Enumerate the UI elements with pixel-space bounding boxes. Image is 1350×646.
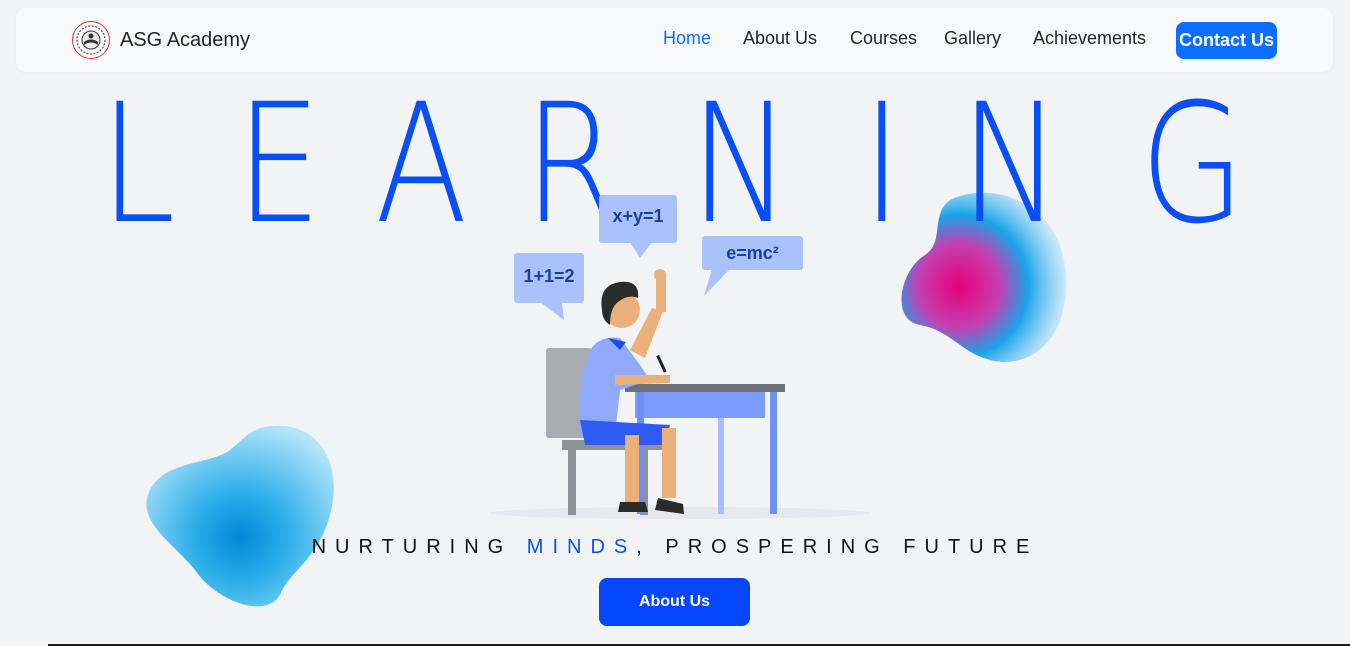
brand[interactable]: ASG Academy — [72, 20, 250, 60]
contact-us-button[interactable]: Contact Us — [1176, 22, 1277, 59]
nav-about-us[interactable]: About Us — [743, 28, 817, 49]
about-us-button[interactable]: About Us — [599, 578, 750, 626]
bubble-text-right: e=mc² — [726, 243, 779, 263]
navbar: ASG Academy Home About Us Courses Galler… — [16, 8, 1333, 72]
student-illustration — [490, 195, 870, 519]
hero-tagline: NURTURING MINDS, PROSPERING FUTURE — [0, 536, 1350, 559]
hero-letter-e: E — [236, 68, 322, 260]
tagline-accent: MINDS — [526, 536, 637, 558]
hero-letter-l: L — [100, 68, 176, 260]
nav-home[interactable]: Home — [663, 28, 711, 49]
hero-letter-n-second: N — [960, 68, 1062, 260]
nav-achievements[interactable]: Achievements — [1033, 28, 1146, 49]
hero-letter-a: A — [375, 68, 468, 260]
bubble-text-left: 1+1=2 — [523, 266, 575, 286]
blue-blob-decoration — [146, 425, 334, 607]
nav-courses[interactable]: Courses — [850, 28, 917, 49]
tagline-part-2: , PROSPERING FUTURE — [636, 536, 1039, 558]
brand-name: ASG Academy — [120, 28, 251, 51]
tagline-part-1: NURTURING — [311, 536, 527, 558]
academy-crest-icon — [72, 21, 110, 59]
bubble-text-middle: x+y=1 — [612, 206, 664, 226]
hero-letter-g: G — [1140, 68, 1245, 260]
nav-gallery[interactable]: Gallery — [944, 28, 1001, 49]
